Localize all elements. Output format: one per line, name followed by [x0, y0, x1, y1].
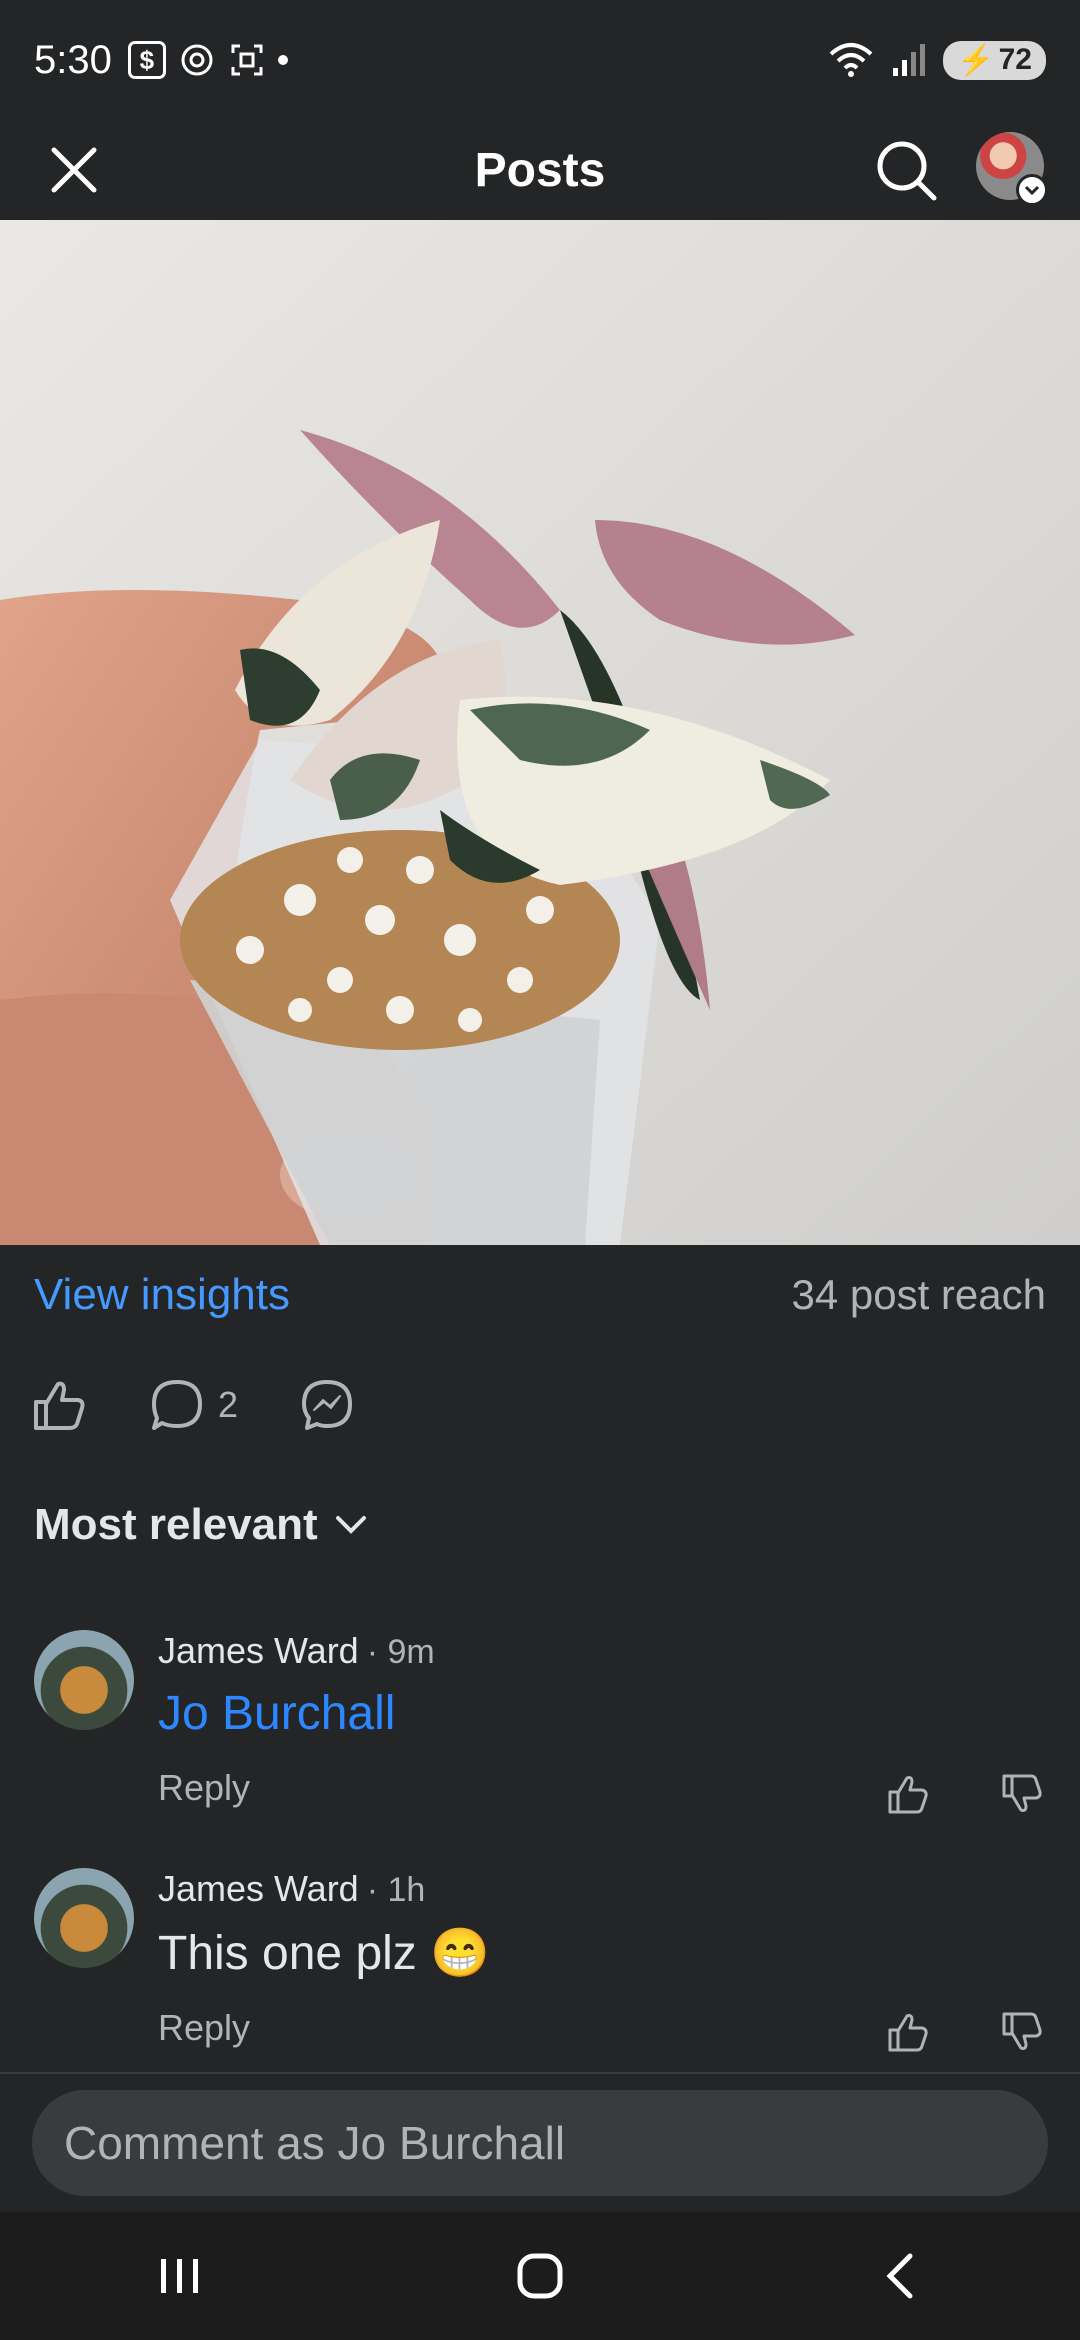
actions-row: 2 — [0, 1365, 1080, 1445]
comment-mention-link[interactable]: Jo Burchall — [158, 1686, 1040, 1741]
page-title: Posts — [474, 143, 606, 197]
thumbs-up-icon[interactable] — [886, 2010, 930, 2054]
comment-item: James Ward · 1h This one plz 😁 Reply — [0, 1868, 1080, 2088]
comment-header: James Ward · 9m — [158, 1630, 1040, 1672]
post-image[interactable] — [0, 220, 1080, 1245]
recent-apps-button[interactable] — [140, 2236, 220, 2316]
view-insights-link[interactable]: View insights — [34, 1270, 290, 1320]
sort-label: Most relevant — [34, 1500, 318, 1549]
comment-item: James Ward · 9m Jo Burchall Reply — [0, 1630, 1080, 1850]
sort-dropdown[interactable]: Most relevant — [34, 1500, 370, 1550]
comment-text: This one plz 😁 — [158, 1927, 490, 1980]
wifi-icon — [829, 43, 873, 77]
comment-author[interactable]: James Ward — [158, 1630, 359, 1672]
comment-header: James Ward · 1h — [158, 1868, 1040, 1910]
thumbs-up-icon[interactable] — [886, 1772, 930, 1816]
thumbs-down-icon[interactable] — [1000, 2010, 1044, 2054]
home-icon — [517, 2253, 563, 2299]
screenshot-icon — [228, 41, 266, 79]
comment-composer[interactable] — [32, 2090, 1048, 2196]
back-button[interactable] — [860, 2236, 940, 2316]
close-icon[interactable] — [44, 140, 104, 200]
commenter-avatar[interactable] — [34, 1630, 134, 1730]
status-time: 5:30 — [34, 37, 112, 82]
commenter-avatar[interactable] — [34, 1868, 134, 1968]
chevron-down-icon — [1016, 174, 1048, 206]
comment-icon — [152, 1380, 202, 1430]
system-nav-bar — [0, 2212, 1080, 2340]
like-button[interactable] — [30, 1376, 88, 1434]
divider — [0, 2072, 1080, 2074]
charging-icon: ⚡ — [957, 43, 995, 77]
share-messenger-button[interactable] — [298, 1376, 356, 1434]
chevron-down-icon — [335, 1516, 366, 1534]
profile-avatar[interactable] — [976, 132, 1048, 206]
search-icon[interactable] — [872, 136, 940, 204]
signal-icon — [893, 44, 926, 76]
threads-icon — [178, 41, 216, 79]
comment-time: · 1h — [366, 1871, 426, 1909]
top-bar: Posts — [0, 120, 1080, 220]
notification-dot-icon — [277, 55, 288, 65]
thumbs-down-icon[interactable] — [1000, 1772, 1044, 1816]
comment-count: 2 — [218, 1384, 239, 1425]
status-bar: 5:30 $ ⚡ 72 — [0, 0, 1080, 120]
battery-indicator: ⚡ 72 — [943, 40, 1046, 80]
dollar-app-icon: $ — [127, 41, 166, 79]
comment-button[interactable]: 2 — [148, 1376, 238, 1434]
status-right: ⚡ 72 — [827, 40, 1046, 80]
messenger-icon — [302, 1380, 353, 1430]
thumbs-up-icon — [34, 1381, 85, 1430]
comment-input[interactable] — [64, 2116, 1048, 2170]
comment-author[interactable]: James Ward — [158, 1868, 359, 1910]
battery-level: 72 — [998, 43, 1032, 76]
back-icon — [886, 2253, 913, 2299]
post-reach: 34 post reach — [791, 1271, 1046, 1318]
recent-apps-icon — [161, 2259, 198, 2293]
insights-row: View insights 34 post reach — [0, 1255, 1080, 1335]
home-button[interactable] — [500, 2236, 580, 2316]
comment-time: · 9m — [366, 1633, 435, 1671]
status-notification-icons: $ — [127, 41, 288, 79]
